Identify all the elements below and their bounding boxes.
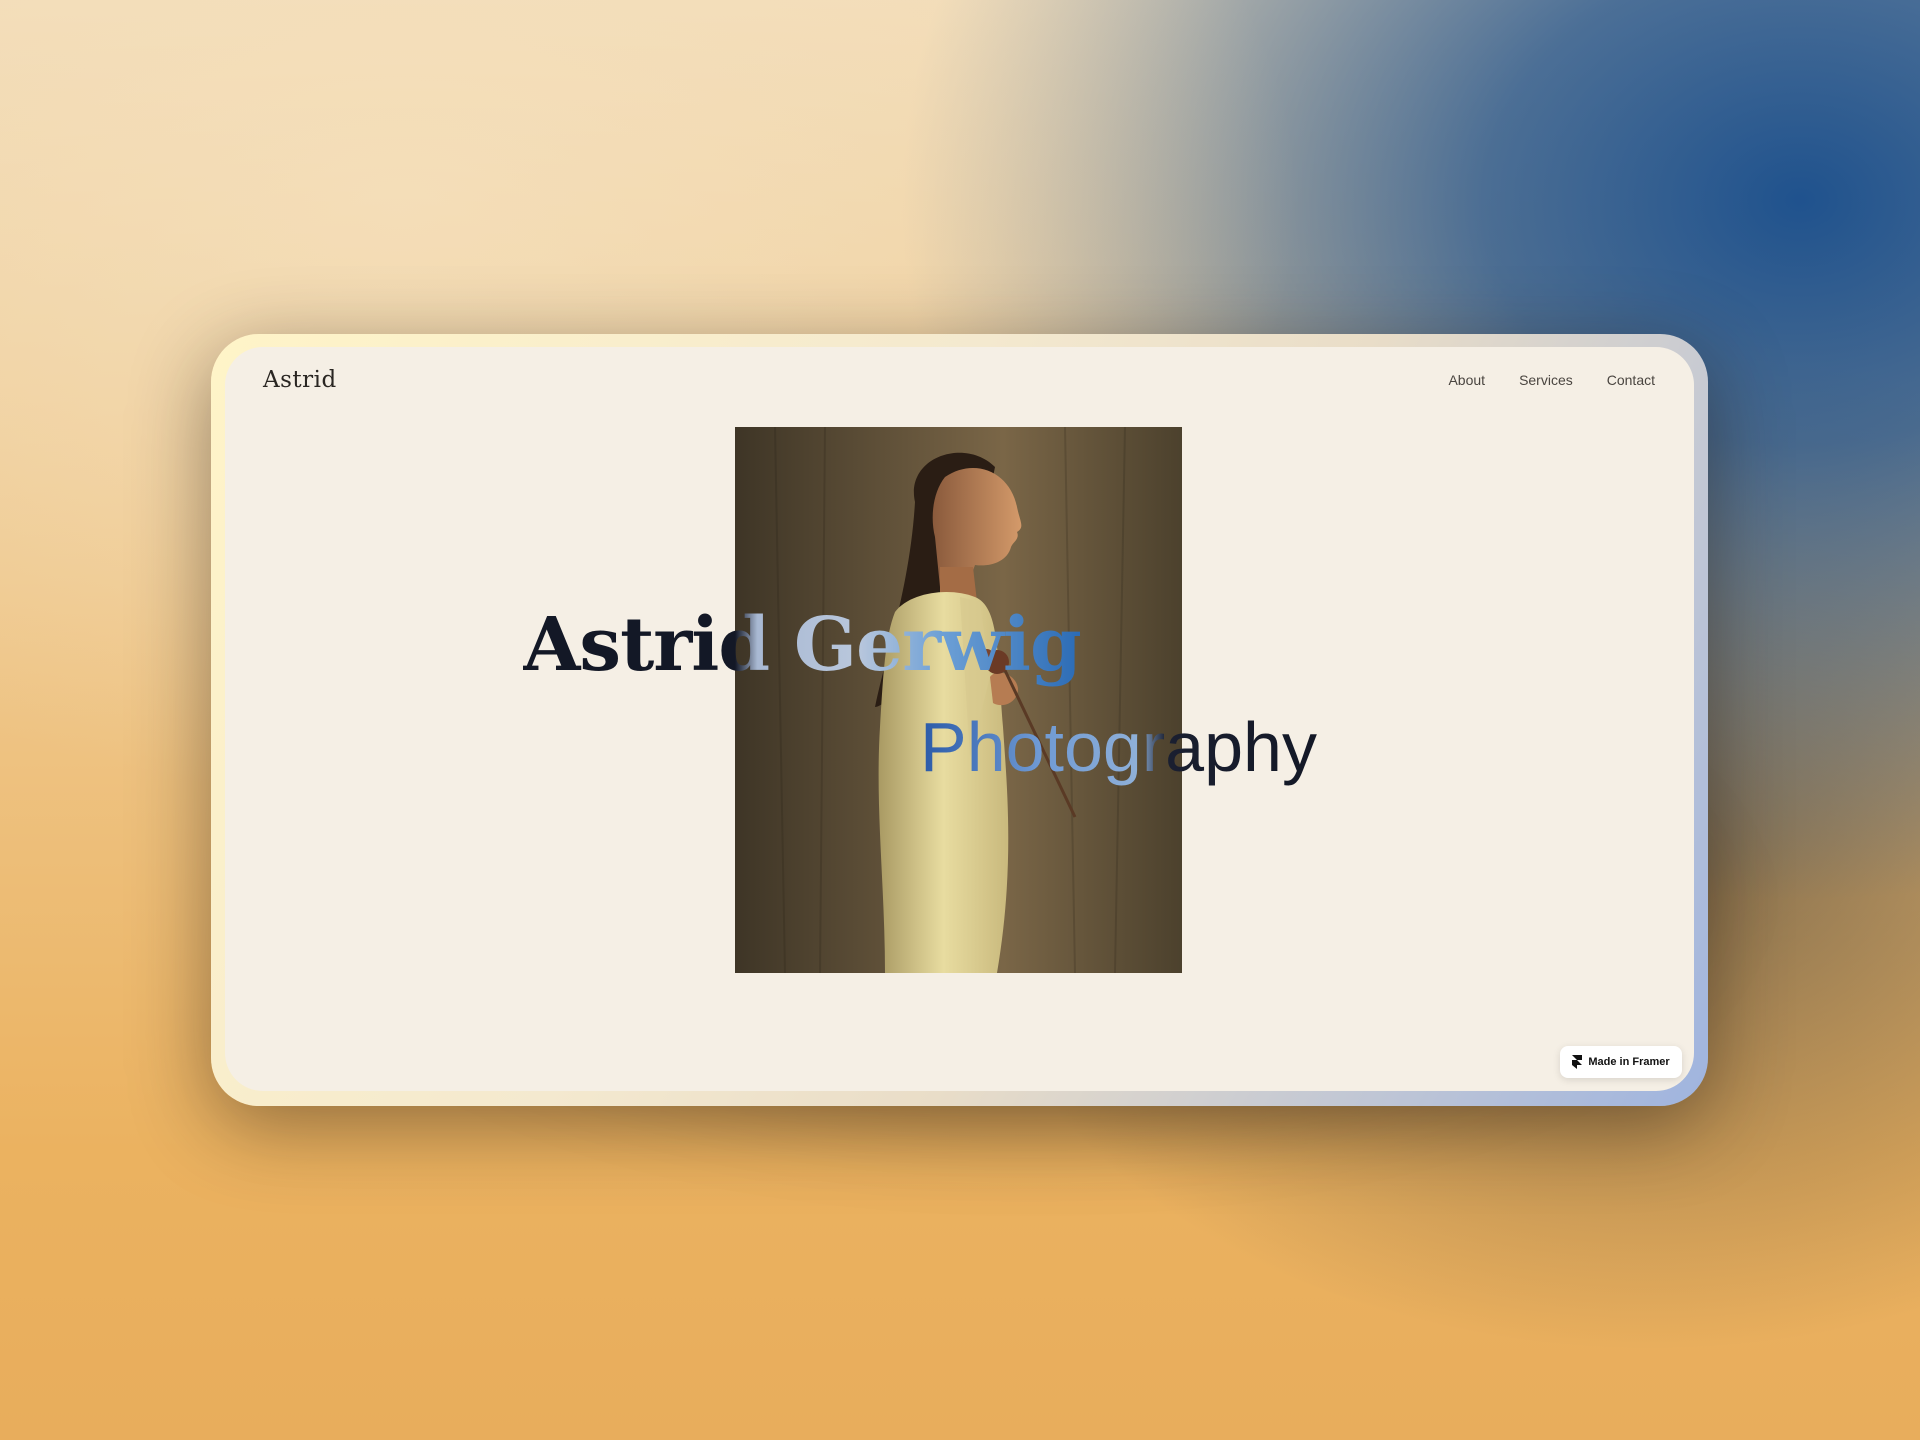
main-nav: About Services Contact (1448, 372, 1655, 388)
site-logo[interactable]: Astrid (263, 367, 337, 393)
made-in-framer-badge[interactable]: Made in Framer (1560, 1046, 1682, 1078)
portrait-illustration (735, 427, 1182, 973)
nav-item-contact[interactable]: Contact (1607, 372, 1655, 388)
hero-subline: Photography (920, 708, 1317, 786)
badge-label: Made in Framer (1588, 1056, 1670, 1068)
website-screen: Astrid About Services Contact Astrid Ger… (225, 347, 1694, 1091)
nav-item-services[interactable]: Services (1519, 372, 1573, 388)
framer-logo-icon (1572, 1055, 1583, 1069)
hero-headline: Astrid Gerwig (523, 602, 1082, 688)
hero-portrait-photo (735, 427, 1182, 973)
nav-item-about[interactable]: About (1448, 372, 1485, 388)
